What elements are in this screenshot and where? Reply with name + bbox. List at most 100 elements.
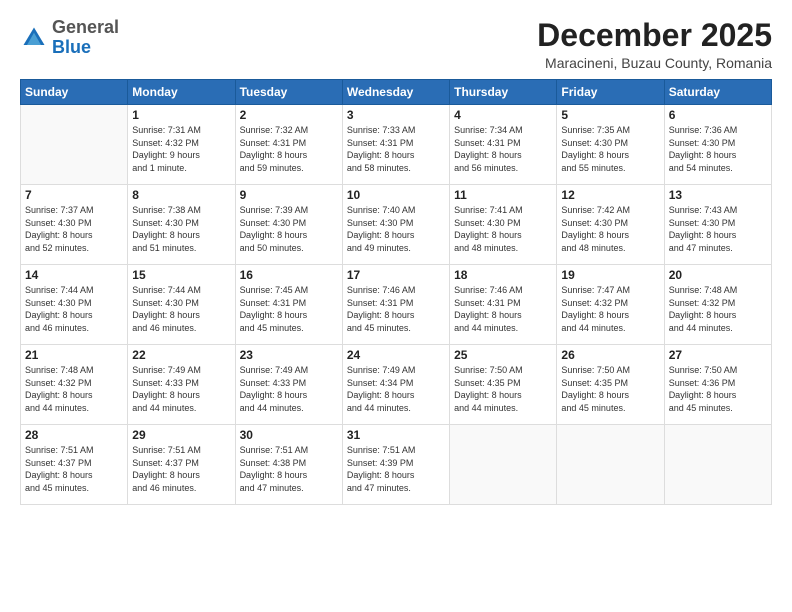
day-info: Sunrise: 7:42 AM Sunset: 4:30 PM Dayligh…: [561, 204, 659, 254]
day-info: Sunrise: 7:44 AM Sunset: 4:30 PM Dayligh…: [132, 284, 230, 334]
day-cell: [557, 425, 664, 505]
day-number: 9: [240, 188, 338, 202]
day-cell: 1 Sunrise: 7:31 AM Sunset: 4:32 PM Daylig…: [128, 105, 235, 185]
location-subtitle: Maracineni, Buzau County, Romania: [537, 55, 772, 71]
day-number: 30: [240, 428, 338, 442]
day-info: Sunrise: 7:31 AM Sunset: 4:32 PM Dayligh…: [132, 124, 230, 174]
day-info: Sunrise: 7:51 AM Sunset: 4:39 PM Dayligh…: [347, 444, 445, 494]
day-info: Sunrise: 7:49 AM Sunset: 4:33 PM Dayligh…: [132, 364, 230, 414]
day-cell: 21 Sunrise: 7:48 AM Sunset: 4:32 PM Dayli…: [21, 345, 128, 425]
calendar-table: SundayMondayTuesdayWednesdayThursdayFrid…: [20, 79, 772, 505]
day-number: 13: [669, 188, 767, 202]
day-number: 17: [347, 268, 445, 282]
page: General Blue December 2025 Maracineni, B…: [0, 0, 792, 612]
day-number: 20: [669, 268, 767, 282]
header: General Blue December 2025 Maracineni, B…: [20, 18, 772, 71]
col-header-friday: Friday: [557, 80, 664, 105]
day-number: 22: [132, 348, 230, 362]
logo-icon: [20, 24, 48, 52]
calendar-header-row: SundayMondayTuesdayWednesdayThursdayFrid…: [21, 80, 772, 105]
day-cell: 7 Sunrise: 7:37 AM Sunset: 4:30 PM Daylig…: [21, 185, 128, 265]
day-number: 11: [454, 188, 552, 202]
day-cell: 8 Sunrise: 7:38 AM Sunset: 4:30 PM Daylig…: [128, 185, 235, 265]
day-info: Sunrise: 7:32 AM Sunset: 4:31 PM Dayligh…: [240, 124, 338, 174]
day-cell: 11 Sunrise: 7:41 AM Sunset: 4:30 PM Dayli…: [450, 185, 557, 265]
logo: General Blue: [20, 18, 119, 58]
day-info: Sunrise: 7:49 AM Sunset: 4:33 PM Dayligh…: [240, 364, 338, 414]
day-info: Sunrise: 7:33 AM Sunset: 4:31 PM Dayligh…: [347, 124, 445, 174]
day-cell: 31 Sunrise: 7:51 AM Sunset: 4:39 PM Dayli…: [342, 425, 449, 505]
day-info: Sunrise: 7:51 AM Sunset: 4:38 PM Dayligh…: [240, 444, 338, 494]
day-cell: [450, 425, 557, 505]
day-cell: 26Sunrise: 7:50 AM Sunset: 4:35 PM Dayli…: [557, 345, 664, 425]
day-number: 24: [347, 348, 445, 362]
week-row-5: 28 Sunrise: 7:51 AM Sunset: 4:37 PM Dayli…: [21, 425, 772, 505]
day-cell: 9 Sunrise: 7:39 AM Sunset: 4:30 PM Daylig…: [235, 185, 342, 265]
logo-text: General Blue: [52, 18, 119, 58]
day-cell: 27Sunrise: 7:50 AM Sunset: 4:36 PM Dayli…: [664, 345, 771, 425]
day-info: Sunrise: 7:41 AM Sunset: 4:30 PM Dayligh…: [454, 204, 552, 254]
day-cell: 2 Sunrise: 7:32 AM Sunset: 4:31 PM Daylig…: [235, 105, 342, 185]
day-number: 16: [240, 268, 338, 282]
week-row-1: 1 Sunrise: 7:31 AM Sunset: 4:32 PM Daylig…: [21, 105, 772, 185]
day-cell: 25 Sunrise: 7:50 AM Sunset: 4:35 PM Dayli…: [450, 345, 557, 425]
col-header-wednesday: Wednesday: [342, 80, 449, 105]
day-cell: [21, 105, 128, 185]
day-number: 26: [561, 348, 659, 362]
day-cell: 4 Sunrise: 7:34 AM Sunset: 4:31 PM Daylig…: [450, 105, 557, 185]
day-info: Sunrise: 7:48 AM Sunset: 4:32 PM Dayligh…: [25, 364, 123, 414]
day-info: Sunrise: 7:49 AM Sunset: 4:34 PM Dayligh…: [347, 364, 445, 414]
day-number: 25: [454, 348, 552, 362]
day-cell: 14 Sunrise: 7:44 AM Sunset: 4:30 PM Dayli…: [21, 265, 128, 345]
day-number: 14: [25, 268, 123, 282]
day-info: Sunrise: 7:35 AM Sunset: 4:30 PM Dayligh…: [561, 124, 659, 174]
day-number: 7: [25, 188, 123, 202]
logo-general-text: General: [52, 17, 119, 37]
day-info: Sunrise: 7:44 AM Sunset: 4:30 PM Dayligh…: [25, 284, 123, 334]
day-info: Sunrise: 7:45 AM Sunset: 4:31 PM Dayligh…: [240, 284, 338, 334]
day-number: 31: [347, 428, 445, 442]
day-number: 2: [240, 108, 338, 122]
day-number: 5: [561, 108, 659, 122]
day-cell: 3 Sunrise: 7:33 AM Sunset: 4:31 PM Daylig…: [342, 105, 449, 185]
day-number: 1: [132, 108, 230, 122]
day-info: Sunrise: 7:48 AM Sunset: 4:32 PM Dayligh…: [669, 284, 767, 334]
day-number: 18: [454, 268, 552, 282]
day-number: 21: [25, 348, 123, 362]
day-cell: 24 Sunrise: 7:49 AM Sunset: 4:34 PM Dayli…: [342, 345, 449, 425]
day-info: Sunrise: 7:37 AM Sunset: 4:30 PM Dayligh…: [25, 204, 123, 254]
day-cell: 18 Sunrise: 7:46 AM Sunset: 4:31 PM Dayli…: [450, 265, 557, 345]
col-header-sunday: Sunday: [21, 80, 128, 105]
day-number: 4: [454, 108, 552, 122]
day-cell: 16 Sunrise: 7:45 AM Sunset: 4:31 PM Dayli…: [235, 265, 342, 345]
day-number: 8: [132, 188, 230, 202]
day-cell: [664, 425, 771, 505]
day-number: 29: [132, 428, 230, 442]
day-cell: 17 Sunrise: 7:46 AM Sunset: 4:31 PM Dayli…: [342, 265, 449, 345]
week-row-3: 14 Sunrise: 7:44 AM Sunset: 4:30 PM Dayli…: [21, 265, 772, 345]
day-info: Sunrise: 7:46 AM Sunset: 4:31 PM Dayligh…: [347, 284, 445, 334]
day-number: 3: [347, 108, 445, 122]
day-cell: 12Sunrise: 7:42 AM Sunset: 4:30 PM Dayli…: [557, 185, 664, 265]
month-year-title: December 2025: [537, 18, 772, 53]
day-cell: 15Sunrise: 7:44 AM Sunset: 4:30 PM Dayli…: [128, 265, 235, 345]
day-info: Sunrise: 7:50 AM Sunset: 4:35 PM Dayligh…: [454, 364, 552, 414]
day-number: 27: [669, 348, 767, 362]
day-number: 28: [25, 428, 123, 442]
day-info: Sunrise: 7:46 AM Sunset: 4:31 PM Dayligh…: [454, 284, 552, 334]
day-info: Sunrise: 7:43 AM Sunset: 4:30 PM Dayligh…: [669, 204, 767, 254]
day-cell: 5 Sunrise: 7:35 AM Sunset: 4:30 PM Daylig…: [557, 105, 664, 185]
day-info: Sunrise: 7:47 AM Sunset: 4:32 PM Dayligh…: [561, 284, 659, 334]
day-info: Sunrise: 7:39 AM Sunset: 4:30 PM Dayligh…: [240, 204, 338, 254]
day-info: Sunrise: 7:38 AM Sunset: 4:30 PM Dayligh…: [132, 204, 230, 254]
day-cell: 29Sunrise: 7:51 AM Sunset: 4:37 PM Dayli…: [128, 425, 235, 505]
day-number: 10: [347, 188, 445, 202]
col-header-monday: Monday: [128, 80, 235, 105]
day-info: Sunrise: 7:51 AM Sunset: 4:37 PM Dayligh…: [25, 444, 123, 494]
day-cell: 10Sunrise: 7:40 AM Sunset: 4:30 PM Dayli…: [342, 185, 449, 265]
day-cell: 28 Sunrise: 7:51 AM Sunset: 4:37 PM Dayli…: [21, 425, 128, 505]
col-header-tuesday: Tuesday: [235, 80, 342, 105]
title-block: December 2025 Maracineni, Buzau County, …: [537, 18, 772, 71]
day-info: Sunrise: 7:34 AM Sunset: 4:31 PM Dayligh…: [454, 124, 552, 174]
day-cell: 22 Sunrise: 7:49 AM Sunset: 4:33 PM Dayli…: [128, 345, 235, 425]
